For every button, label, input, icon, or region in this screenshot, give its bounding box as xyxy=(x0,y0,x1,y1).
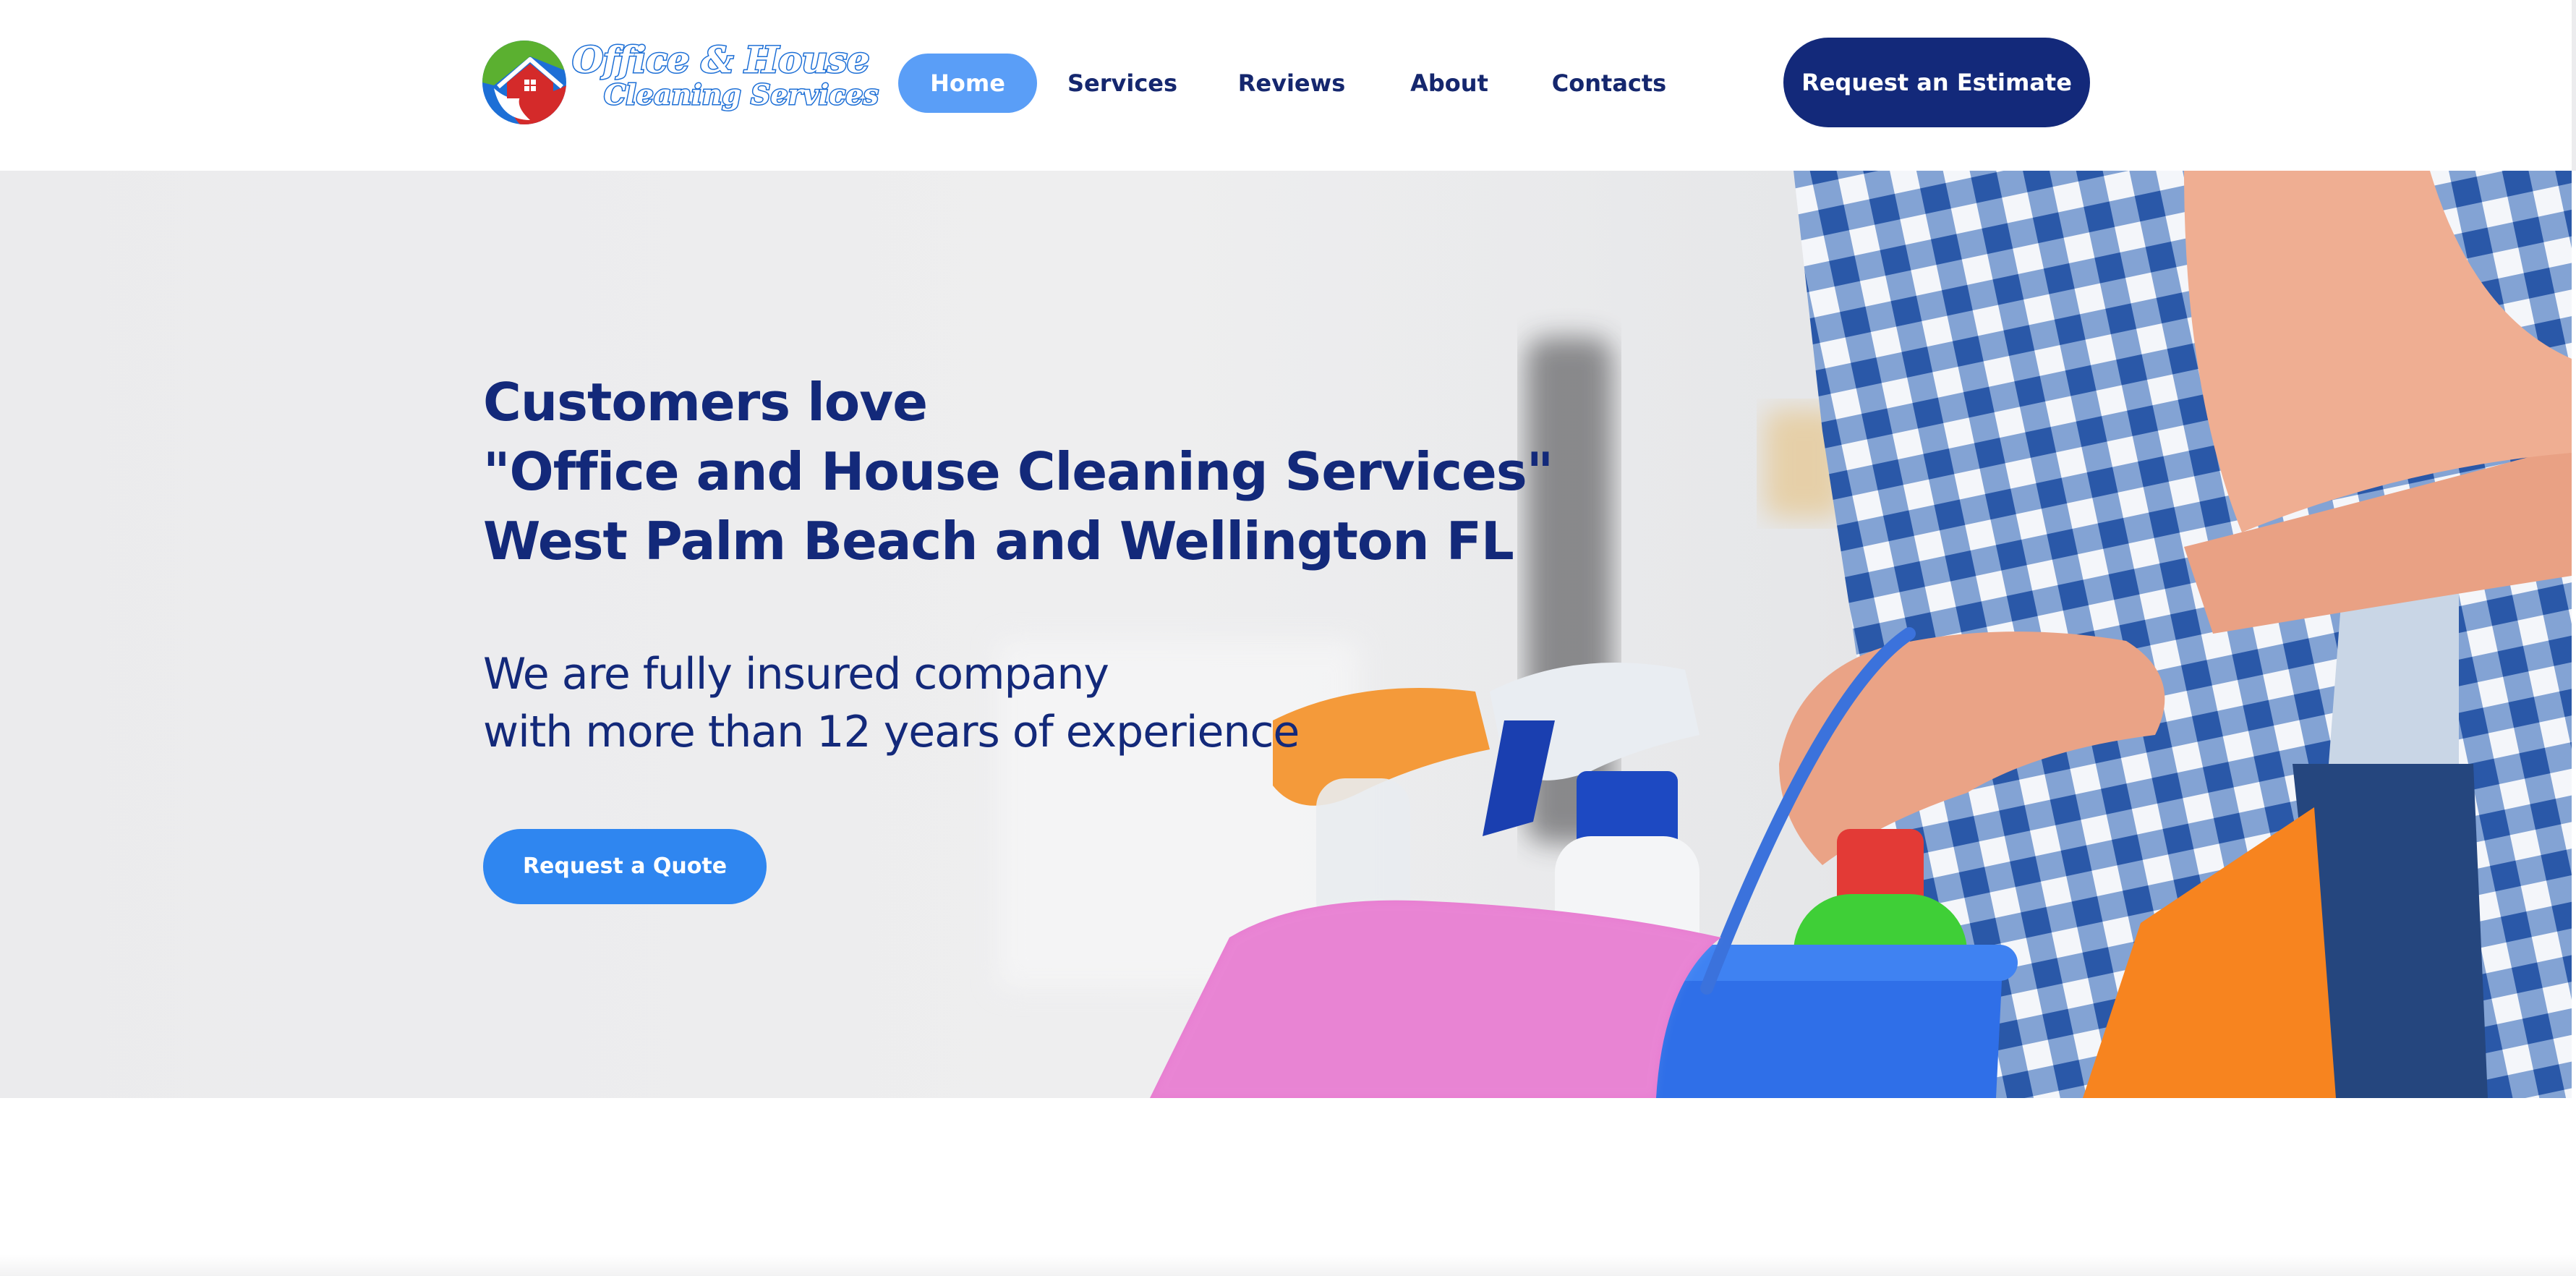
nav-home[interactable]: Home xyxy=(898,54,1037,113)
hero-subtext: We are fully insured company with more t… xyxy=(483,645,1553,761)
page: Office & House Cleaning Services Home Se… xyxy=(0,0,2576,1276)
logo-line-2: Cleaning Services xyxy=(603,78,880,111)
logo-wordmark: Office & House Cleaning Services xyxy=(571,38,880,111)
nav-services[interactable]: Services xyxy=(1063,54,1182,113)
subtext-line-2: with more than 12 years of experience xyxy=(483,707,1300,757)
headline-line-1: Customers love xyxy=(483,372,928,433)
hero-text-block: Customers love "Office and House Cleanin… xyxy=(483,367,1553,761)
hero-headline: Customers love "Office and House Cleanin… xyxy=(483,367,1553,576)
site-logo[interactable]: Office & House Cleaning Services xyxy=(479,35,879,130)
hero-section: Customers love "Office and House Cleanin… xyxy=(0,171,2572,1098)
logo-line-1: Office & House xyxy=(571,38,871,81)
content-below-hero xyxy=(0,1098,2576,1276)
request-quote-button[interactable]: Request a Quote xyxy=(483,829,767,904)
request-estimate-button[interactable]: Request an Estimate xyxy=(1783,38,2090,127)
site-header: Office & House Cleaning Services Home Se… xyxy=(0,0,2576,171)
nav-contacts[interactable]: Contacts xyxy=(1548,54,1671,113)
nav-reviews[interactable]: Reviews xyxy=(1234,54,1349,113)
headline-line-2: "Office and House Cleaning Services" xyxy=(483,441,1553,502)
nav-about[interactable]: About xyxy=(1404,54,1494,113)
headline-line-3: West Palm Beach and Wellington FL xyxy=(483,511,1514,571)
house-logo-icon xyxy=(482,41,566,124)
subtext-line-1: We are fully insured company xyxy=(483,649,1109,699)
